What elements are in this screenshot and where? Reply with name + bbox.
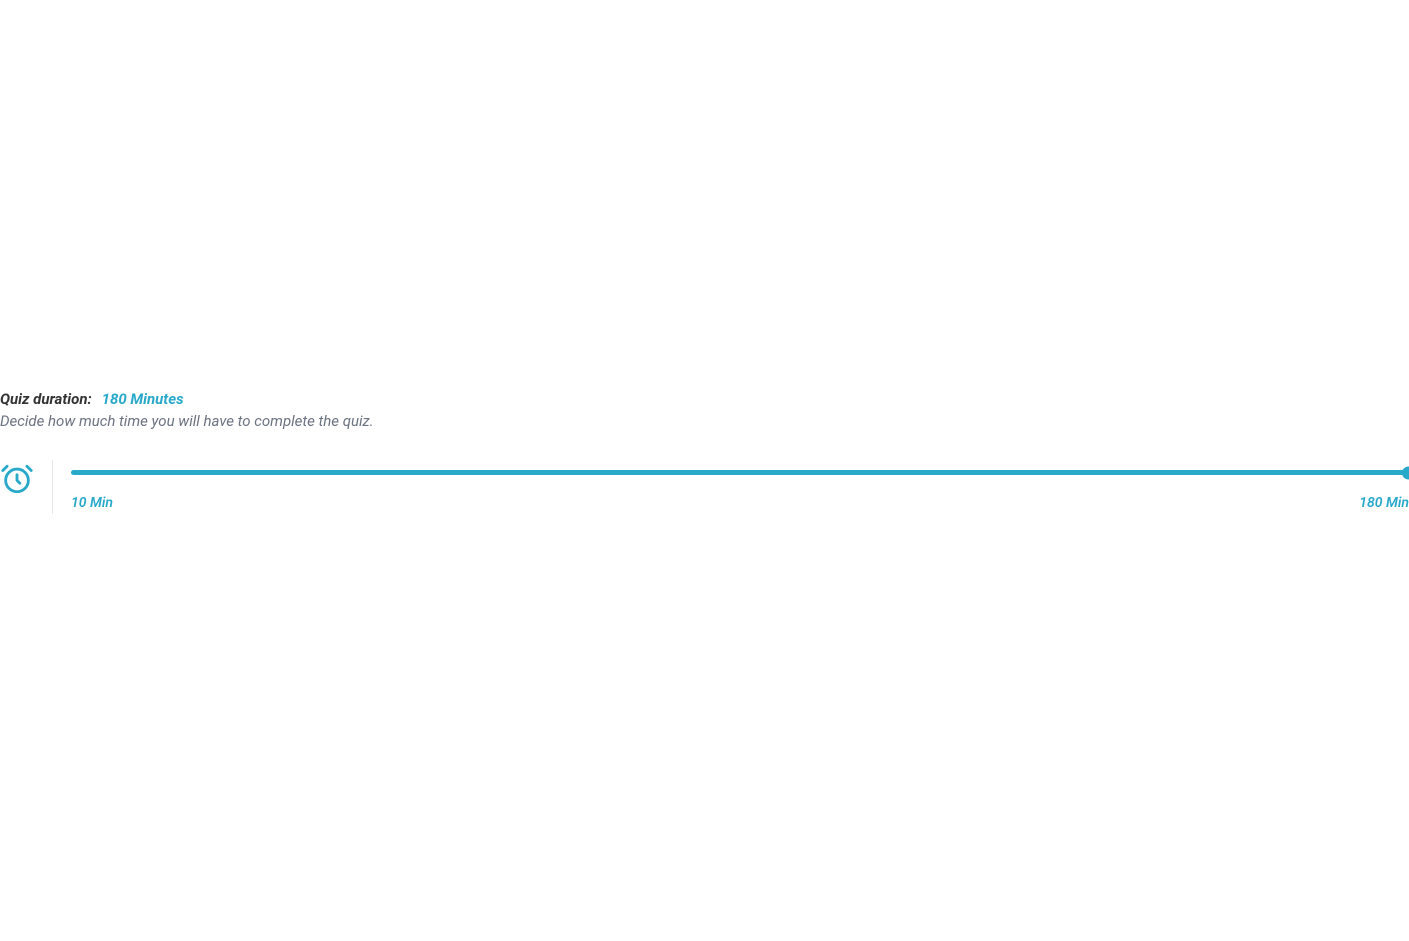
slider-max-label: 180 Min [1359,495,1409,511]
duration-value: 180 Minutes [102,390,184,408]
duration-slider-thumb[interactable] [1402,466,1409,479]
clock-icon-container [0,460,53,514]
duration-slider-container: 10 Min 180 Min [71,460,1409,511]
slider-row: 10 Min 180 Min [0,460,1409,514]
slider-labels: 10 Min 180 Min [71,495,1409,511]
duration-slider[interactable] [71,470,1409,475]
duration-header: Quiz duration: 180 Minutes [0,390,1409,408]
duration-label: Quiz duration: [0,390,92,408]
slider-min-label: 10 Min [71,495,113,511]
quiz-duration-section: Quiz duration: 180 Minutes Decide how mu… [0,390,1409,514]
clock-icon [0,462,34,496]
duration-description: Decide how much time you will have to co… [0,412,1409,430]
